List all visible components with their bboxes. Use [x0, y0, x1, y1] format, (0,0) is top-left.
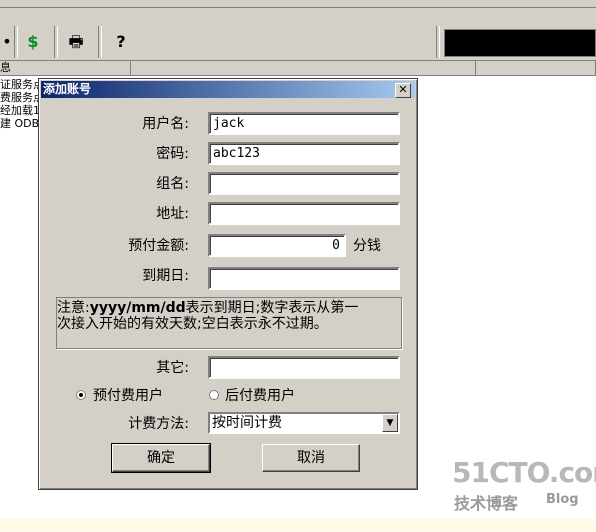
list-item[interactable]: 经加载1	[0, 104, 42, 117]
postpaid-user-label[interactable]: 后付费用户	[225, 385, 295, 405]
list-header: 息	[0, 61, 596, 76]
watermark-logo: 51CTO.com	[452, 456, 596, 489]
column-header[interactable]: 息	[0, 61, 131, 75]
prepaid-user-radio[interactable]	[76, 390, 86, 400]
prepaid-amount-field[interactable]: 0	[208, 234, 346, 257]
postpaid-user-radio[interactable]	[209, 390, 219, 400]
add-account-dialog: 添加账号 ✕ 用户名: jack 密码: abc123 组名: 地址: 预付金额…	[38, 78, 418, 490]
note-prefix: 注意:	[57, 300, 90, 316]
list-item[interactable]: 证服务点	[0, 78, 42, 91]
toolbar-separator	[98, 26, 102, 58]
close-icon[interactable]: ✕	[395, 83, 411, 98]
toolbar-separator	[436, 26, 440, 58]
column-header[interactable]	[476, 61, 596, 75]
password-label: 密码:	[156, 146, 189, 162]
address-label: 地址:	[156, 206, 189, 222]
column-header[interactable]	[131, 61, 476, 75]
expiry-label: 到期日:	[142, 268, 189, 284]
cancel-button[interactable]: 取消	[262, 444, 360, 472]
expiry-field[interactable]	[208, 267, 400, 290]
toolbar-separator	[14, 26, 18, 58]
note-box: 注意:yyyy/mm/dd表示到期日;数字表示从第一 次接入开始的有效天数;空白…	[56, 297, 402, 349]
dialog-titlebar[interactable]: 添加账号 ✕	[41, 81, 415, 98]
other-label: 其它:	[156, 360, 189, 376]
watermark-subtitle: 技术博客	[454, 494, 519, 513]
note-date-format: yyyy/mm/dd	[89, 300, 186, 316]
billing-method-select[interactable]: 按时间计费 ▼	[208, 412, 400, 434]
status-display	[444, 29, 596, 57]
prepaid-label: 预付金额:	[128, 238, 189, 254]
list-item[interactable]: 建 ODBC	[0, 117, 42, 130]
window-titlebar-strip	[0, 0, 596, 8]
username-label: 用户名:	[142, 116, 189, 132]
background-list: 证服务点 费服务点 经加载1 建 ODBC	[0, 78, 42, 130]
printer-icon[interactable]: 🖶	[63, 30, 89, 54]
prepaid-user-label[interactable]: 预付费用户	[93, 385, 163, 405]
toolbar-separator	[54, 26, 58, 58]
billing-method-label: 计费方法:	[128, 416, 189, 432]
help-icon[interactable]: ?	[108, 30, 134, 54]
note-text: 次接入开始的有效天数;空白表示永不过期。	[57, 316, 328, 332]
list-item[interactable]: 费服务点	[0, 91, 42, 104]
dialog-title: 添加账号	[43, 82, 92, 96]
dollar-icon[interactable]: $	[20, 30, 46, 54]
group-field[interactable]	[208, 172, 400, 195]
group-label: 组名:	[156, 176, 189, 192]
watermark-blog: Blog	[546, 492, 579, 507]
ok-button[interactable]: 确定	[111, 443, 211, 473]
status-bar	[0, 518, 596, 532]
dot-icon[interactable]: •	[0, 30, 14, 54]
password-field[interactable]: abc123	[208, 142, 400, 165]
address-field[interactable]	[208, 202, 400, 225]
other-field[interactable]	[208, 356, 400, 379]
chevron-down-icon[interactable]: ▼	[382, 414, 398, 432]
billing-method-value: 按时间计费	[212, 415, 282, 431]
note-text: 表示到期日;数字表示从第一	[185, 300, 359, 316]
prepaid-unit-label: 分钱	[353, 238, 381, 254]
username-field[interactable]: jack	[208, 112, 400, 135]
